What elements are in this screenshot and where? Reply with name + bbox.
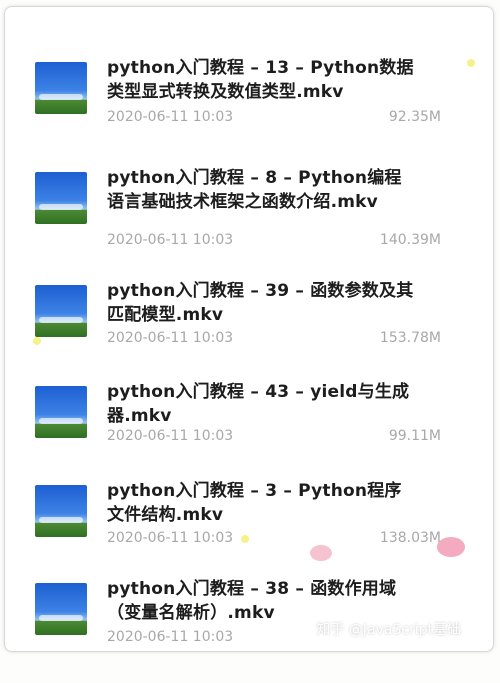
file-size: 153.78M bbox=[379, 330, 441, 346]
video-thumbnail-icon bbox=[35, 62, 87, 114]
file-list-panel: python入门教程 – 13 – Python数据类型显式转换及数值类型.mk… bbox=[4, 6, 494, 652]
video-thumbnail-icon bbox=[35, 285, 87, 337]
file-date: 2020-06-11 10:03 bbox=[107, 330, 234, 346]
file-item-3[interactable]: python入门教程 – 39 – 函数参数及其匹配模型.mkv 2020-06… bbox=[25, 281, 455, 385]
file-date: 2020-06-11 10:03 bbox=[107, 428, 234, 444]
file-item-4[interactable]: python入门教程 – 43 – yield与生成器.mkv 2020-06-… bbox=[25, 382, 455, 486]
video-thumbnail-icon bbox=[35, 583, 87, 635]
file-title: python入门教程 – 43 – yield与生成器.mkv bbox=[107, 382, 410, 426]
file-title: python入门教程 – 8 – Python编程语言基础技术框架之函数介绍.m… bbox=[107, 168, 402, 212]
file-size: 138.03M bbox=[379, 530, 441, 546]
file-date: 2020-06-11 10:03 bbox=[107, 629, 234, 645]
video-thumbnail-icon bbox=[35, 386, 87, 438]
file-item-2[interactable]: python入门教程 – 8 – Python编程语言基础技术框架之函数介绍.m… bbox=[25, 168, 455, 272]
file-item-5[interactable]: python入门教程 – 3 – Python程序文件结构.mkv 2020-0… bbox=[25, 481, 455, 585]
file-size: 99.11M bbox=[388, 428, 441, 444]
file-date: 2020-06-11 10:03 bbox=[107, 109, 234, 125]
file-size: 140.39M bbox=[379, 232, 441, 248]
decorative-dot bbox=[467, 59, 475, 67]
file-title: python入门教程 – 39 – 函数参数及其匹配模型.mkv bbox=[107, 281, 414, 325]
watermark-text: 知乎 @JavaScript基础 bbox=[316, 622, 461, 638]
file-title: python入门教程 – 13 – Python数据类型显式转换及数值类型.mk… bbox=[107, 58, 414, 102]
video-thumbnail-icon bbox=[35, 172, 87, 224]
file-date: 2020-06-11 10:03 bbox=[107, 232, 234, 248]
file-size: 92.35M bbox=[388, 109, 441, 125]
video-thumbnail-icon bbox=[35, 485, 87, 537]
file-date: 2020-06-11 10:03 bbox=[107, 530, 234, 546]
decorative-blush bbox=[437, 537, 465, 557]
decorative-dot bbox=[241, 535, 249, 543]
decorative-dot bbox=[33, 337, 41, 345]
file-item-1[interactable]: python入门教程 – 13 – Python数据类型显式转换及数值类型.mk… bbox=[25, 58, 455, 162]
decorative-blush bbox=[310, 545, 332, 561]
file-title: python入门教程 – 3 – Python程序文件结构.mkv bbox=[107, 481, 402, 525]
file-title: python入门教程 – 38 – 函数作用域（变量名解析）.mkv bbox=[107, 579, 397, 623]
